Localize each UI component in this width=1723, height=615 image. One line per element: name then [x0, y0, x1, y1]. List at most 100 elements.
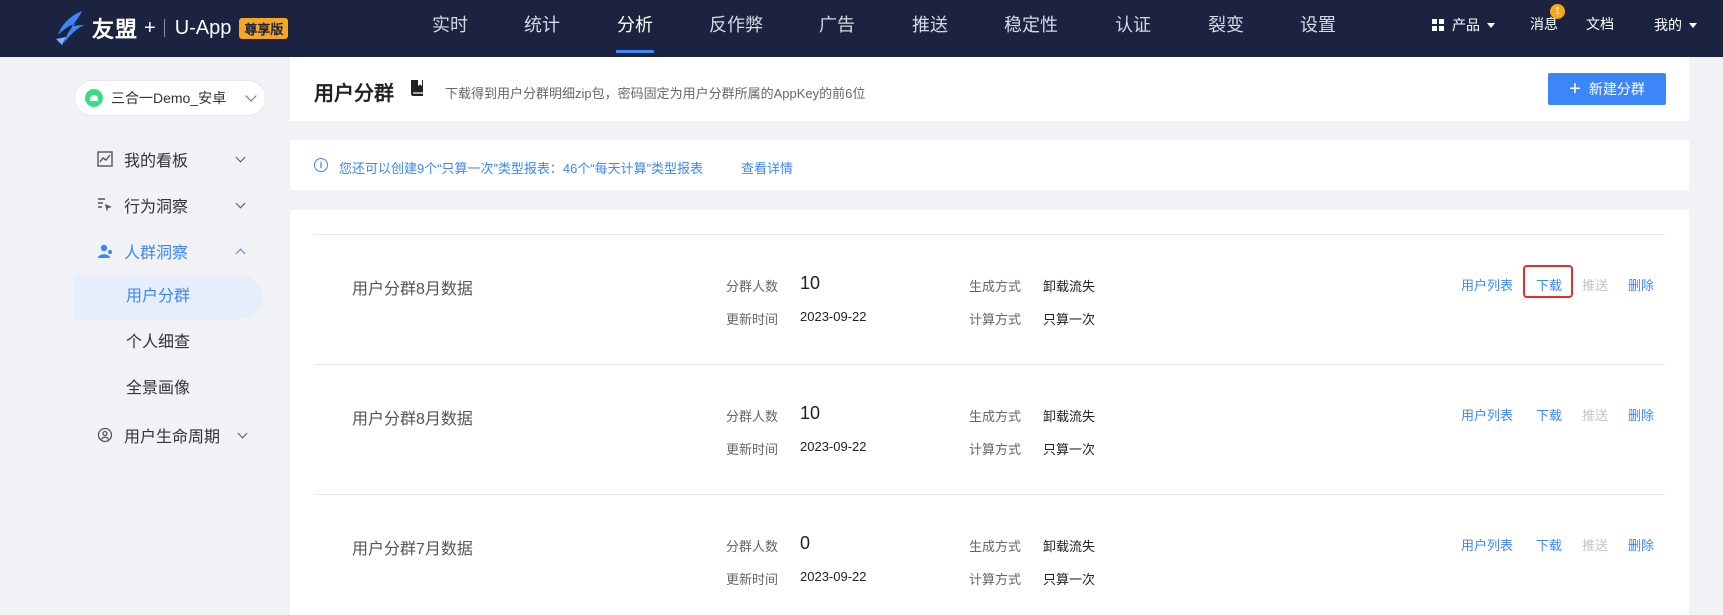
count-value: 10 [800, 403, 821, 423]
user-list-link[interactable]: 用户列表 [1461, 535, 1513, 554]
sidebar-subitem-panorama[interactable]: 全景画像 [74, 367, 262, 411]
page-description: 下载得到用户分群明细zip包，密码固定为用户分群所属的AppKey的前6位 [445, 86, 866, 101]
sidebar-subitem-individual-lookup[interactable]: 个人细查 [74, 321, 262, 365]
delete-link[interactable]: 删除 [1628, 405, 1654, 424]
calc-value: 只算一次 [1043, 572, 1096, 587]
push-link[interactable]: 推送 [1582, 275, 1608, 294]
chevron-down-icon [237, 428, 248, 438]
method-value: 卸载流失 [1043, 409, 1096, 424]
products-label: 产品 [1452, 17, 1480, 33]
sidebar-item-label: 人群洞察 [124, 245, 189, 262]
grid-icon [1432, 19, 1444, 31]
download-link[interactable]: 下载 [1536, 405, 1562, 424]
calc-label: 计算方式 [969, 572, 1022, 587]
new-segment-label: 新建分群 [1588, 81, 1645, 97]
chart-line-icon [96, 150, 114, 168]
user-group-icon [96, 242, 114, 260]
nav-ads[interactable]: 广告 [817, 0, 857, 57]
chevron-up-icon [235, 248, 246, 258]
info-icon: i [314, 158, 328, 172]
nav-realtime[interactable]: 实时 [430, 0, 470, 57]
edition-badge: 尊享版 [239, 17, 289, 39]
nav-fission[interactable]: 裂变 [1206, 0, 1246, 57]
new-segment-button[interactable]: + 新建分群 [1548, 73, 1666, 105]
delete-link[interactable]: 删除 [1628, 535, 1654, 554]
updated-value: 2023-09-22 [800, 309, 867, 324]
nav-push[interactable]: 推送 [910, 0, 950, 57]
segment-list: 用户分群8月数据 分群人数 10 更新时间 2023-09-22 生成方式 卸载… [290, 210, 1689, 615]
view-details-link[interactable]: 查看详情 [741, 158, 793, 177]
top-navigation-bar: 友盟 + U-App 尊享版 实时 统计 分析 反作弊 广告 推送 稳定性 认证… [0, 0, 1723, 57]
mine-label: 我的 [1654, 17, 1682, 33]
calc-value: 只算一次 [1043, 312, 1096, 327]
count-label: 分群人数 [726, 409, 779, 424]
updated-value: 2023-09-22 [800, 569, 867, 584]
count-value: 0 [800, 533, 811, 553]
calc-label: 计算方式 [969, 442, 1022, 457]
calc-label: 计算方式 [969, 312, 1022, 327]
chevron-down-icon [235, 152, 246, 162]
updated-value: 2023-09-22 [800, 439, 867, 454]
calc-value: 只算一次 [1043, 442, 1096, 457]
delete-link[interactable]: 删除 [1628, 275, 1654, 294]
method-label: 生成方式 [969, 539, 1022, 554]
nav-statistics[interactable]: 统计 [522, 0, 562, 57]
cursor-list-icon [96, 196, 114, 214]
plus-icon: + [1569, 78, 1581, 100]
umeng-bird-icon [56, 11, 84, 45]
updated-label: 更新时间 [726, 312, 779, 327]
nav-anti-fraud[interactable]: 反作弊 [708, 0, 764, 57]
quota-info-bar: i 您还可以创建9个“只算一次”类型报表：46个“每天计算”类型报表 查看详情 [290, 140, 1689, 190]
nav-settings[interactable]: 设置 [1298, 0, 1338, 57]
page-title: 用户分群 [314, 83, 394, 105]
products-menu[interactable]: 产品 [1432, 0, 1496, 50]
method-label: 生成方式 [969, 409, 1022, 424]
push-link[interactable]: 推送 [1582, 535, 1608, 554]
sidebar-item-audience[interactable]: 人群洞察 [74, 229, 260, 273]
count-label: 分群人数 [726, 279, 779, 294]
chevron-down-icon [235, 198, 246, 208]
segment-row: 用户分群8月数据 分群人数 10 更新时间 2023-09-22 生成方式 卸载… [314, 234, 1665, 364]
method-value: 卸载流失 [1043, 539, 1096, 554]
nav-auth[interactable]: 认证 [1113, 0, 1153, 57]
nav-analysis[interactable]: 分析 [616, 0, 654, 57]
product-name: U-App [174, 16, 232, 39]
caret-down-icon [1689, 23, 1697, 28]
segment-name: 用户分群8月数据 [352, 281, 473, 298]
my-account-menu[interactable]: 我的 [1654, 0, 1698, 50]
messages-link[interactable]: 消息 1 [1530, 0, 1565, 50]
download-highlight-box [1523, 265, 1573, 298]
brand-plus: + [144, 16, 156, 39]
sidebar-subitem-user-segment[interactable]: 用户分群 [74, 275, 262, 319]
sidebar-item-dashboard[interactable]: 我的看板 [74, 137, 260, 181]
umeng-logo[interactable]: 友盟 + U-App 尊享版 [52, 6, 289, 50]
segment-row: 用户分群8月数据 分群人数 10 更新时间 2023-09-22 生成方式 卸载… [314, 364, 1665, 494]
updated-label: 更新时间 [726, 442, 779, 457]
sidebar-item-label: 用户生命周期 [124, 429, 221, 446]
sidebar-item-behavior[interactable]: 行为洞察 [74, 183, 260, 227]
book-icon[interactable] [410, 79, 426, 97]
push-link[interactable]: 推送 [1582, 405, 1608, 424]
download-link[interactable]: 下载 [1536, 535, 1562, 554]
count-label: 分群人数 [726, 539, 779, 554]
app-name: 三合一Demo_安卓 [111, 90, 227, 106]
updated-label: 更新时间 [726, 572, 779, 587]
segment-row: 用户分群7月数据 分群人数 0 更新时间 2023-09-22 生成方式 卸载流… [314, 494, 1665, 615]
lifecycle-icon [96, 426, 114, 444]
nav-stability[interactable]: 稳定性 [1002, 0, 1060, 57]
sidebar-item-lifecycle[interactable]: 用户生命周期 [74, 413, 260, 457]
brand-name: 友盟 [92, 17, 139, 42]
page-header: 用户分群 下载得到用户分群明细zip包，密码固定为用户分群所属的AppKey的前… [290, 57, 1689, 121]
quota-info-text: 您还可以创建9个“只算一次”类型报表：46个“每天计算”类型报表 [339, 161, 704, 176]
user-list-link[interactable]: 用户列表 [1461, 405, 1513, 424]
message-count-badge: 1 [1550, 4, 1565, 19]
count-value: 10 [800, 273, 821, 293]
method-value: 卸载流失 [1043, 279, 1096, 294]
segment-name: 用户分群8月数据 [352, 411, 473, 428]
app-selector[interactable]: 三合一Demo_安卓 [74, 80, 266, 116]
user-list-link[interactable]: 用户列表 [1461, 275, 1513, 294]
caret-down-icon [1487, 23, 1495, 28]
segment-name: 用户分群7月数据 [352, 541, 473, 558]
brand-divider [163, 19, 165, 37]
docs-link[interactable]: 文档 [1586, 0, 1614, 50]
